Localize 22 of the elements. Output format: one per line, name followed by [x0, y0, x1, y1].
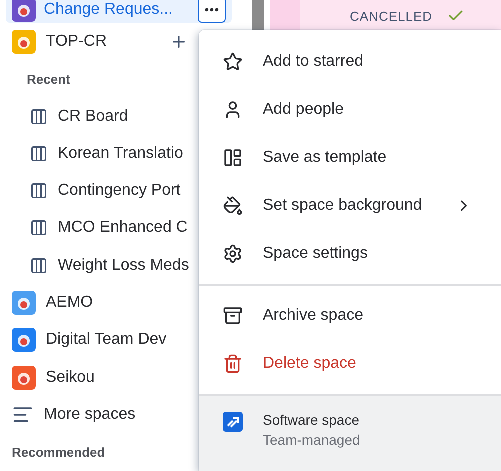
current-space-item[interactable]: Change Reques... — [6, 0, 232, 24]
section-heading: Recommended — [12, 444, 106, 460]
scrollbar[interactable] — [252, 0, 264, 32]
layout-icon — [223, 148, 243, 168]
archive-icon — [223, 306, 243, 326]
board-icon — [30, 219, 48, 238]
board-icon — [30, 256, 48, 275]
paint-bucket-icon — [223, 196, 243, 216]
settings-icon — [223, 244, 243, 264]
space-type-title: Software space — [263, 412, 360, 428]
more-actions-button[interactable] — [198, 0, 226, 23]
trash-icon — [223, 354, 243, 374]
space-type-subtitle: Team-managed — [263, 432, 360, 448]
more-spaces-item[interactable]: More spaces — [6, 396, 252, 434]
ellipsis-icon — [205, 8, 219, 12]
software-space-icon — [223, 412, 243, 432]
star-icon — [223, 52, 243, 72]
section-heading: Recent — [26, 72, 70, 87]
board-icon — [30, 108, 48, 126]
board-icon — [30, 182, 48, 200]
board-icon — [30, 144, 48, 163]
status-label: CANCELLED — [350, 8, 433, 24]
